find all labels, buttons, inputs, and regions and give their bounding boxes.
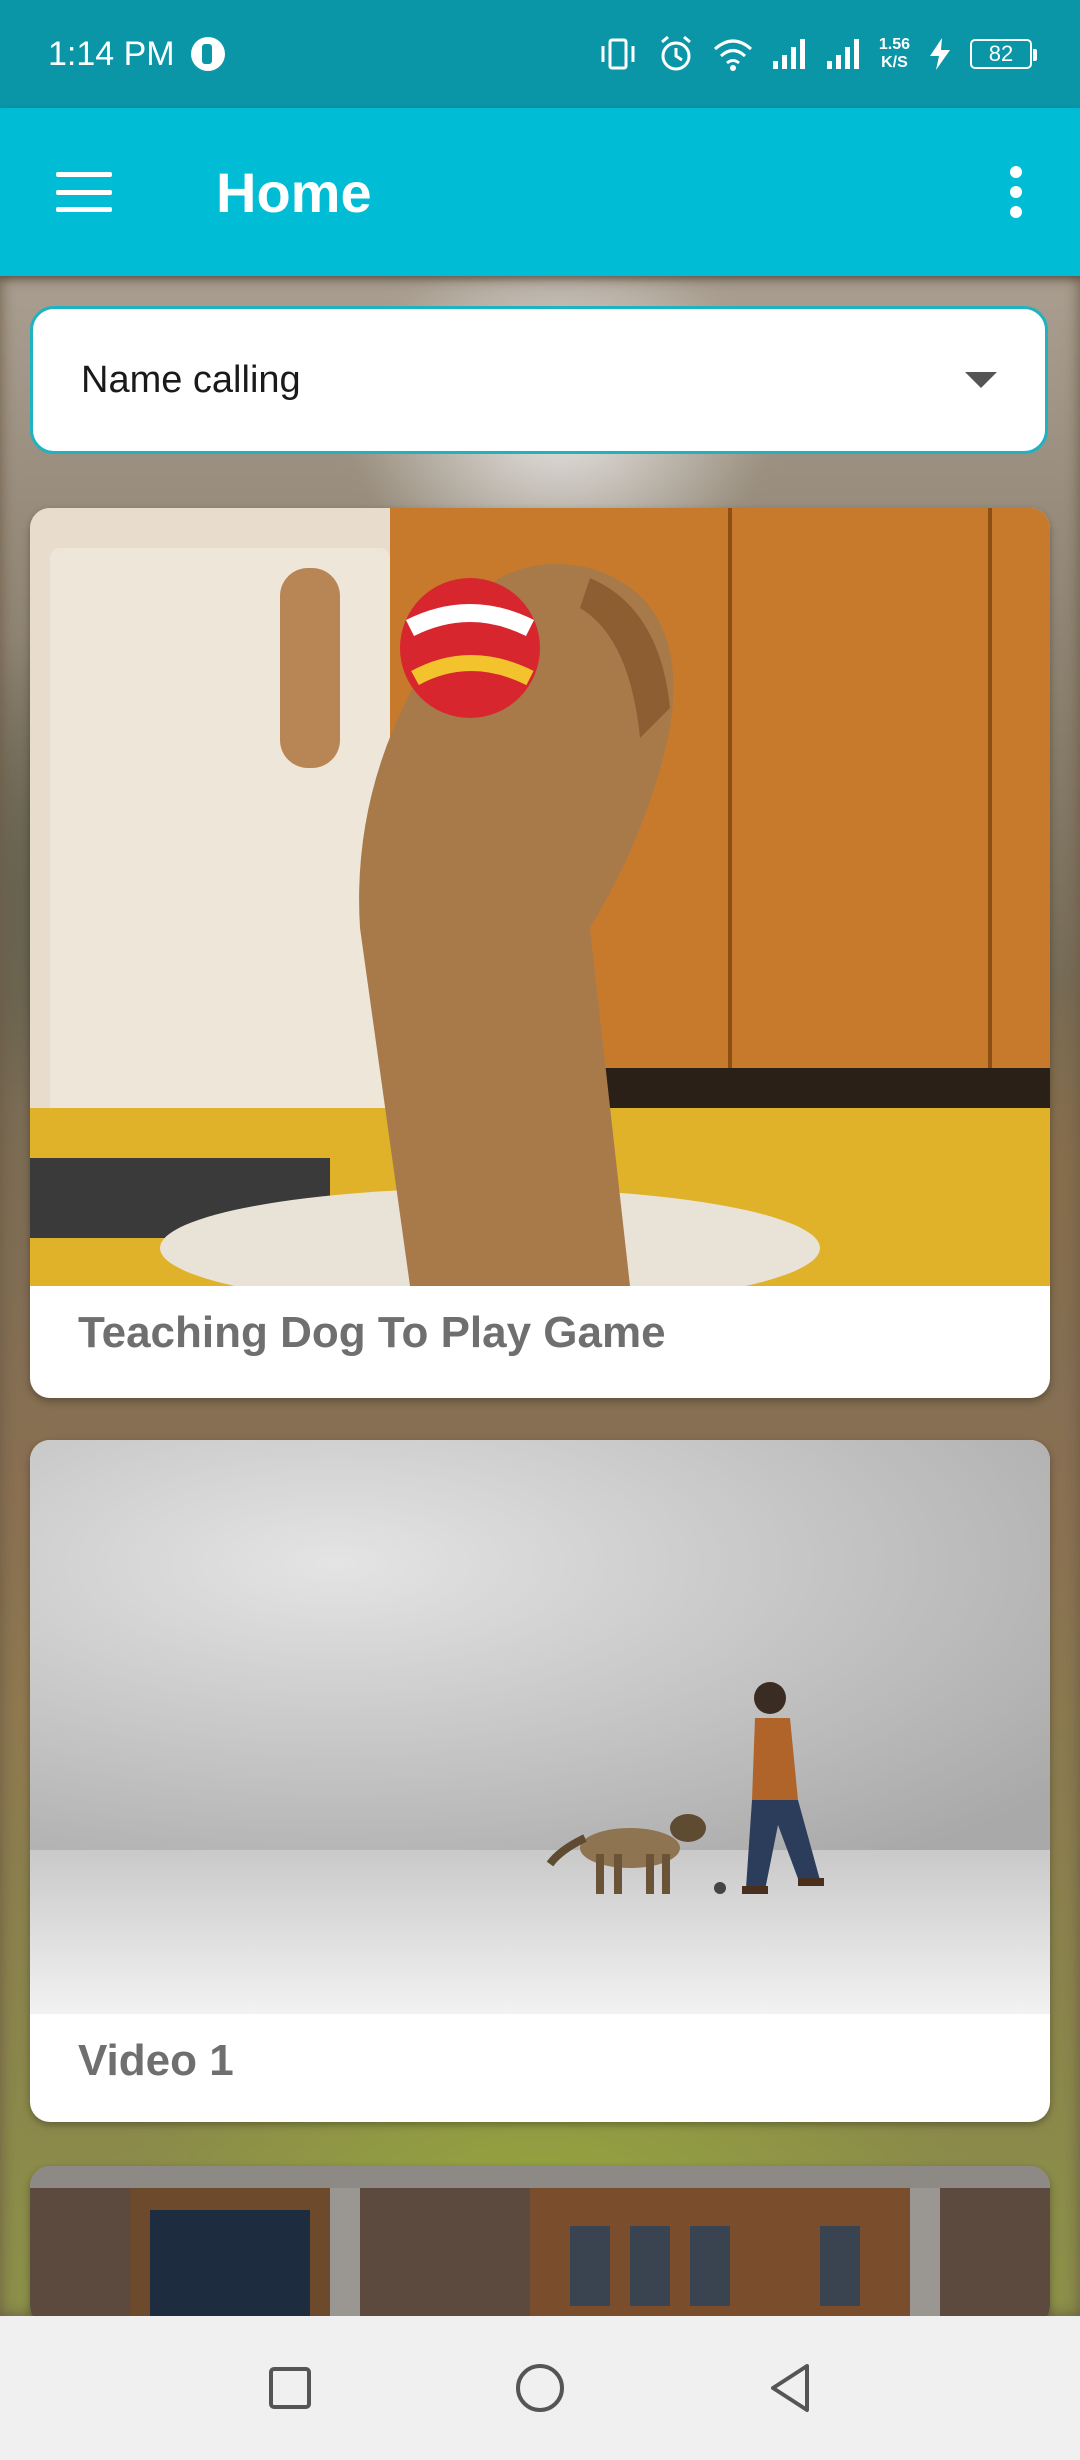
video-card[interactable]: Video 1 [30,1440,1050,2122]
recents-square-icon [269,2367,311,2409]
status-bar: 1:14 PM 1.56 K/S 82 [0,0,1080,108]
home-button[interactable] [510,2358,570,2418]
video-card[interactable] [30,2166,1050,2326]
more-vert-icon [1010,166,1022,178]
recents-button[interactable] [260,2358,320,2418]
back-button[interactable] [760,2358,820,2418]
signal-icon [772,39,805,69]
wifi-icon [713,39,752,71]
page-title: Home [216,160,372,224]
network-speed: 1.56 K/S [878,36,910,71]
more-options-button[interactable] [976,132,1056,252]
video-title: Video 1 [78,2036,234,2085]
video-thumbnail [30,508,1050,1286]
dropdown-selected-value: Name calling [81,358,301,401]
hamburger-icon [56,172,112,212]
video-card[interactable]: Teaching Dog To Play Game [30,508,1050,1398]
system-nav-bar [0,2316,1080,2460]
video-title: Teaching Dog To Play Game [78,1308,666,1357]
home-circle-icon [516,2364,564,2412]
dropdown-arrow-icon [965,372,997,388]
signal-icon [826,39,859,69]
video-thumbnail [30,2166,1050,2326]
status-time: 1:14 PM [48,34,175,73]
alarm-icon [660,35,691,71]
back-triangle-icon [771,2364,809,2412]
battery-indicator: 82 [970,39,1037,69]
app-bar: Home [0,108,1080,276]
category-dropdown[interactable]: Name calling [30,306,1048,454]
charging-icon [930,38,950,70]
notification-app-icon [190,37,225,71]
menu-button[interactable] [24,132,144,252]
status-icons: 1.56 K/S 82 [597,35,1037,73]
video-thumbnail [30,1440,1050,2014]
vibrate-icon [601,38,635,70]
